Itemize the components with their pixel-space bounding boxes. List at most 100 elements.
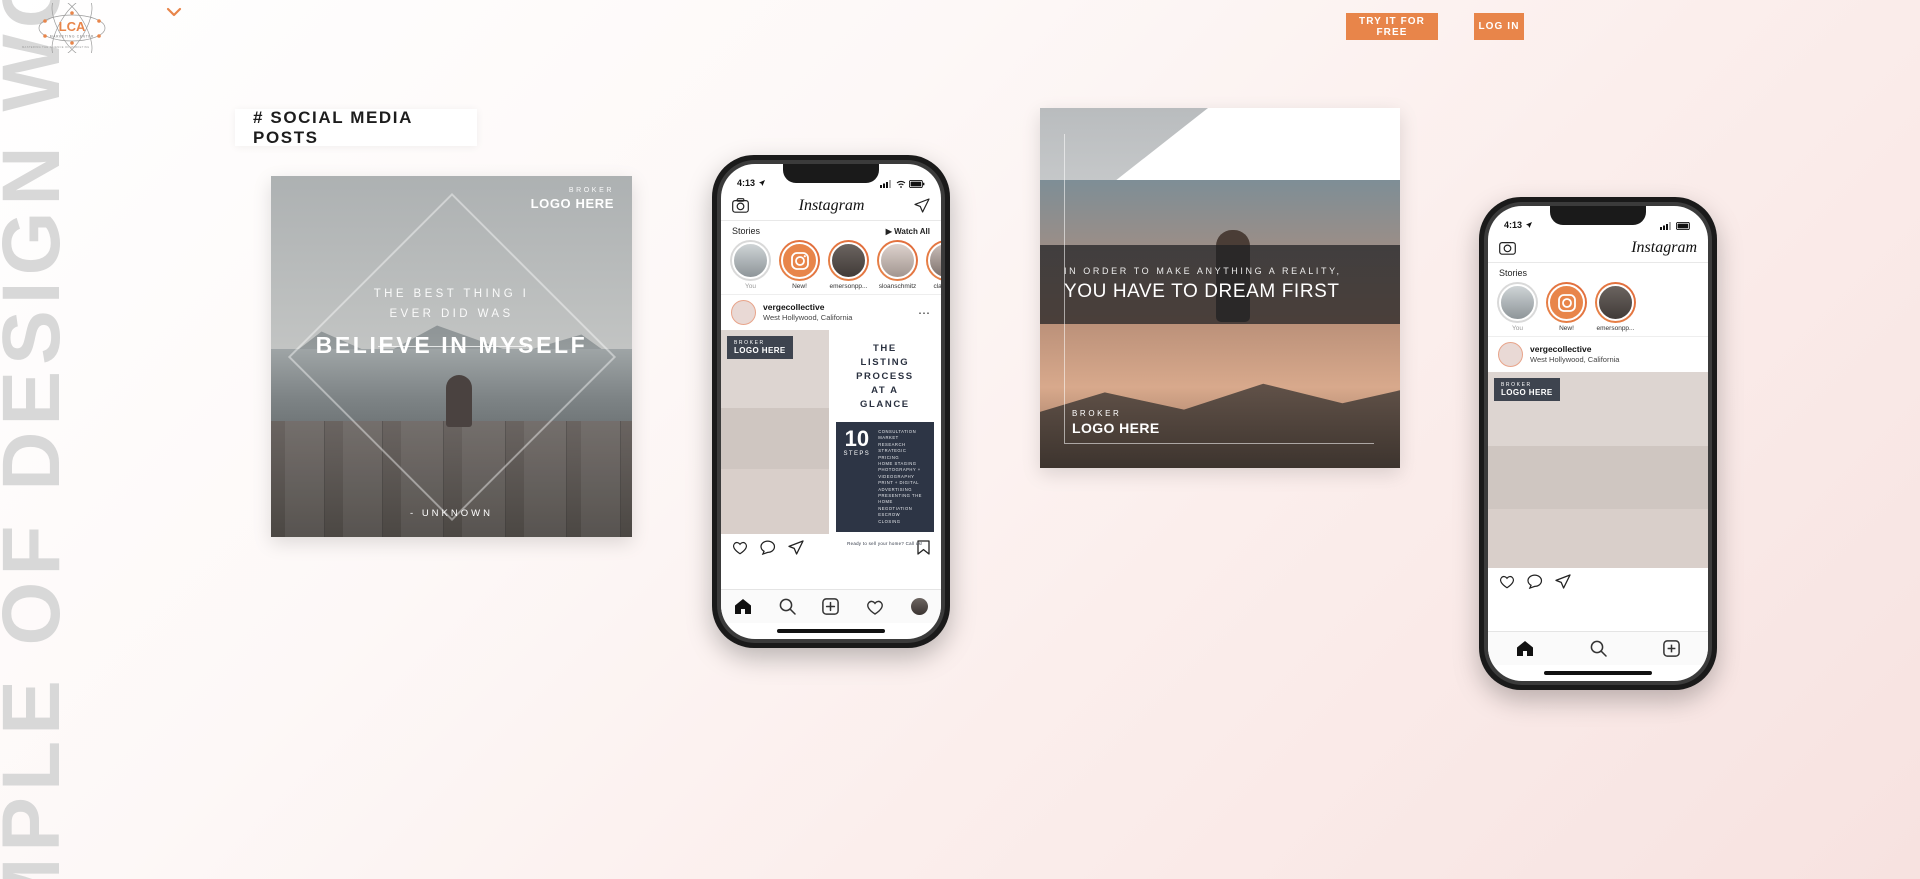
post-image-collage: BROKER LOGO HERE <box>1488 372 1708 568</box>
camera-icon[interactable] <box>732 198 749 213</box>
dock-plank <box>285 421 326 537</box>
story-avatar <box>830 242 867 279</box>
post-action-bar <box>1488 568 1708 595</box>
post-broker-logo: BROKER LOGO HERE <box>1494 378 1560 401</box>
camera-icon[interactable] <box>1499 240 1516 255</box>
heart-icon[interactable] <box>732 540 748 555</box>
lp-title-line-3: PROCESS <box>856 371 914 382</box>
story-item[interactable]: New! <box>1546 282 1587 332</box>
card-quote-line-2: EVER DID WAS <box>389 308 514 320</box>
paper-plane-icon[interactable] <box>1555 574 1571 589</box>
comment-icon[interactable] <box>760 540 776 555</box>
heart-icon[interactable] <box>1499 574 1515 589</box>
story-item[interactable]: emersonpp... <box>1595 282 1636 332</box>
story-name: You <box>745 283 756 290</box>
stories-row[interactable]: You New! emersonpp... <box>1488 280 1708 336</box>
post-header: vergecollective West Hollywood, Californ… <box>721 294 941 330</box>
steps-count: 10 <box>844 426 870 451</box>
profile-avatar-icon[interactable] <box>910 598 928 615</box>
card-dream-broker-logo: BROKER LOGO HERE <box>1072 409 1160 436</box>
collage-tile <box>721 407 829 469</box>
step-item: PRESENTING THE HOME <box>878 493 922 505</box>
ellipsis-icon[interactable]: ⋯ <box>918 306 931 320</box>
post-logo-here: LOGO HERE <box>734 346 786 355</box>
post-image-collage: BROKER LOGO HERE THE LISTING PROCESS AT … <box>721 330 941 546</box>
log-in-button[interactable]: LOG IN <box>1474 13 1524 40</box>
heart-icon[interactable] <box>866 599 884 615</box>
story-avatar <box>879 242 916 279</box>
instagram-top-bar: Instagram <box>1488 233 1708 263</box>
post-logo-here: LOGO HERE <box>1501 388 1553 397</box>
lp-title-line-5: GLANCE <box>860 399 910 410</box>
home-icon[interactable] <box>734 598 752 615</box>
step-item: CLOSING <box>878 518 901 524</box>
story-name: New! <box>792 283 807 290</box>
story-item[interactable]: New! <box>779 240 820 290</box>
card-quote-divider <box>377 346 526 347</box>
post-username[interactable]: vergecollective <box>1530 344 1619 355</box>
comment-icon[interactable] <box>1527 574 1543 589</box>
post-location: West Hollywood, California <box>1530 355 1620 364</box>
collage-tile <box>1488 446 1708 510</box>
watch-all-button[interactable]: ▶ Watch All <box>886 227 930 236</box>
post-broker-logo: BROKER LOGO HERE <box>727 336 793 359</box>
story-name: sloanschmitz <box>878 283 917 290</box>
story-item[interactable]: sloanschmitz <box>877 240 918 290</box>
story-ring <box>828 240 869 281</box>
post-header: vergecollective West Hollywood, Californ… <box>1488 336 1708 372</box>
story-ring <box>730 240 771 281</box>
story-avatar <box>928 242 941 279</box>
story-item[interactable]: claudia... <box>926 240 941 290</box>
brand-tagline: MASTERING THE SCIENCE OF MARKETING <box>22 46 90 49</box>
instagram-top-bar: Instagram <box>721 191 941 221</box>
steps-word: STEPS <box>843 451 871 457</box>
search-icon[interactable] <box>1590 640 1607 657</box>
lp-title-line-1: THE <box>872 343 897 354</box>
search-icon[interactable] <box>779 598 796 615</box>
signal-bars-icon <box>1660 222 1671 230</box>
social-post-card-quote[interactable]: BROKER LOGO HERE THE BEST THING I EVER D… <box>271 176 632 537</box>
story-name: claudia... <box>933 283 941 290</box>
card-quote-logo-here: LOGO HERE <box>530 196 614 211</box>
chevron-down-icon[interactable] <box>165 4 183 20</box>
paper-plane-icon[interactable] <box>788 540 804 555</box>
try-it-for-free-button[interactable]: TRY IT FOR FREE <box>1346 13 1438 40</box>
listing-footer-text: Ready to sell your home? Call us! <box>847 541 923 547</box>
stories-header: Stories <box>1488 263 1708 280</box>
story-item[interactable]: emersonpp... <box>828 240 869 290</box>
post-action-bar <box>721 534 941 561</box>
phone-notch <box>1550 206 1646 225</box>
instagram-tab-bar[interactable] <box>721 589 941 623</box>
status-time: 4:13 <box>737 178 756 188</box>
post-location: West Hollywood, California <box>763 313 853 322</box>
lp-title-line-4: AT A <box>871 385 899 396</box>
story-avatar <box>1499 284 1536 321</box>
avatar[interactable] <box>1498 342 1523 367</box>
avatar[interactable] <box>731 300 756 325</box>
social-post-card-dream[interactable]: IN ORDER TO MAKE ANYTHING A REALITY, YOU… <box>1040 108 1400 468</box>
story-ring <box>1595 282 1636 323</box>
story-avatar <box>732 242 769 279</box>
card-dream-broker-label: BROKER <box>1072 409 1122 418</box>
lp-title-line-2: LISTING <box>860 357 910 368</box>
collage-left: BROKER LOGO HERE <box>721 330 829 534</box>
home-indicator <box>777 629 885 633</box>
story-avatar <box>1597 284 1634 321</box>
section-label-text: # SOCIAL MEDIA POSTS <box>253 107 413 147</box>
paper-plane-icon[interactable] <box>914 198 930 213</box>
stories-row[interactable]: You New! emersonpp... <box>721 238 941 294</box>
step-item: MARKET RESEARCH <box>878 435 906 447</box>
home-icon[interactable] <box>1516 640 1534 657</box>
instagram-tab-bar[interactable] <box>1488 631 1708 665</box>
side-vertical-text-label: SAMPLE OF DESIGN WORK <box>0 0 72 879</box>
card-quote-broker-logo: BROKER LOGO HERE <box>531 187 614 211</box>
story-name: New! <box>1559 325 1574 332</box>
post-username[interactable]: vergecollective <box>763 302 852 313</box>
phone-mockup-instagram[interactable]: 4:13 Instagram Stories ▶ Watch All You N… <box>712 155 950 648</box>
plus-square-icon[interactable] <box>1663 640 1680 657</box>
plus-square-icon[interactable] <box>822 598 840 615</box>
phone-screen: 4:13 Instagram Stories You New! emersonp… <box>1488 206 1708 681</box>
story-item[interactable]: You <box>1497 282 1538 332</box>
phone-mockup-instagram-secondary[interactable]: 4:13 Instagram Stories You New! emersonp… <box>1479 197 1717 690</box>
story-item[interactable]: You <box>730 240 771 290</box>
